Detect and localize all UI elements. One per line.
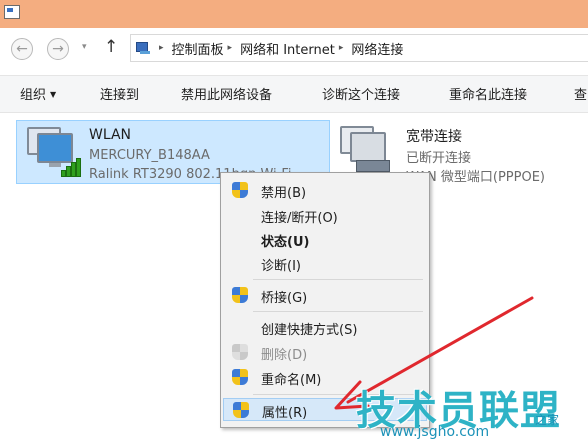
breadcrumb-item-control-panel[interactable]: 控制面板 [172, 39, 224, 58]
back-button[interactable]: ← [11, 38, 33, 60]
menu-item-label: 删除(D) [261, 348, 308, 363]
uac-shield-icon [232, 401, 250, 420]
connection-status: 已断开连接 [406, 151, 472, 166]
menu-item-connect-disconnect[interactable]: 连接/断开(O) [223, 204, 427, 227]
address-row: ← → ▾ ↑ ▸ 控制面板 ▸ 网络和 Internet ▸ 网络连接 [0, 28, 588, 70]
connect-to-button[interactable]: 连接到 [100, 84, 139, 103]
menu-item-label: 创建快捷方式(S) [261, 323, 358, 338]
connection-network-name: MERCURY_B148AA [89, 148, 210, 163]
disable-device-button[interactable]: 禁用此网络设备 [181, 84, 272, 103]
menu-item-label: 禁用(B) [261, 186, 307, 201]
uac-shield-icon [231, 368, 249, 387]
command-bar: 组织 ▼ 连接到 禁用此网络设备 诊断这个连接 重命名此连接 查 [0, 75, 588, 113]
menu-item-label: 属性(R) [262, 406, 308, 421]
connection-name: WLAN [89, 127, 132, 143]
forward-button[interactable]: → [47, 38, 69, 60]
uac-shield-icon [231, 343, 249, 362]
menu-separator [253, 279, 423, 280]
menu-item-create-shortcut[interactable]: 创建快捷方式(S) [223, 316, 427, 339]
organize-button[interactable]: 组织 ▼ [20, 84, 56, 103]
control-panel-icon [135, 41, 151, 55]
menu-item-delete: 删除(D) [223, 341, 427, 364]
window-app-icon[interactable] [4, 5, 20, 19]
menu-item-label: 连接/断开(O) [261, 211, 338, 226]
menu-separator [253, 311, 423, 312]
breadcrumb[interactable]: ▸ 控制面板 ▸ 网络和 Internet ▸ 网络连接 [130, 34, 588, 62]
menu-item-label: 状态(U) [261, 235, 310, 250]
menu-item-label: 桥接(G) [261, 291, 308, 306]
breadcrumb-item-network-internet[interactable]: 网络和 Internet [240, 39, 335, 58]
diagnose-button[interactable]: 诊断这个连接 [322, 84, 400, 103]
connection-name: 宽带连接 [406, 129, 462, 145]
breadcrumb-item-network-connections[interactable]: 网络连接 [351, 39, 403, 58]
title-bar [0, 0, 588, 28]
breadcrumb-separator-icon[interactable]: ▸ [339, 43, 344, 53]
recent-locations-dropdown[interactable]: ▾ [82, 42, 87, 52]
menu-item-disable[interactable]: 禁用(B) [223, 179, 427, 202]
uac-shield-icon [231, 286, 249, 305]
breadcrumb-separator-icon[interactable]: ▸ [228, 43, 233, 53]
menu-item-status[interactable]: 状态(U) [223, 228, 427, 251]
menu-item-label: 重命名(M) [261, 373, 322, 388]
breadcrumb-separator-icon[interactable]: ▸ [159, 43, 164, 53]
menu-item-label: 诊断(I) [261, 259, 301, 274]
organize-label: 组织 [20, 88, 47, 103]
wireless-network-icon [23, 125, 83, 177]
chevron-down-icon: ▼ [50, 90, 57, 99]
broadband-connection-icon [336, 124, 396, 176]
menu-item-diagnose[interactable]: 诊断(I) [223, 252, 427, 275]
watermark-tag: 之家 [535, 413, 560, 427]
up-button[interactable]: ↑ [104, 37, 118, 57]
watermark-url: www.jsgho.com [380, 424, 490, 440]
rename-connection-button[interactable]: 重命名此连接 [449, 84, 527, 103]
uac-shield-icon [231, 181, 249, 200]
menu-item-bridge[interactable]: 桥接(G) [223, 284, 427, 307]
view-status-button[interactable]: 查 [574, 84, 587, 103]
